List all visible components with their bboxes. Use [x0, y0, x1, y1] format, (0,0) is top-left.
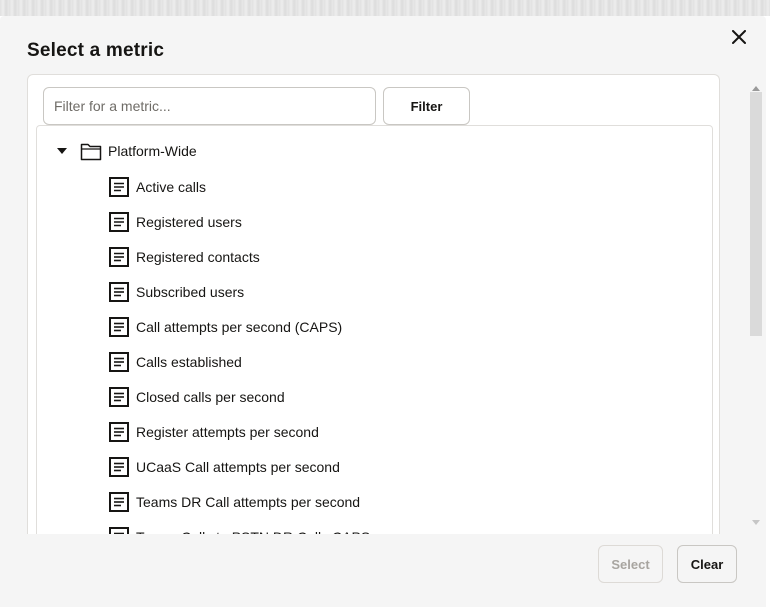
document-icon [109, 177, 129, 197]
scroll-up-icon[interactable] [752, 86, 760, 91]
scrollbar-thumb[interactable] [750, 92, 762, 336]
document-icon [109, 317, 129, 337]
tree-root-label: Platform-Wide [108, 143, 197, 159]
document-icon [109, 492, 129, 512]
close-icon [732, 30, 746, 44]
caret-down-icon[interactable] [57, 148, 67, 154]
tree-node-platform-wide[interactable]: Platform-Wide [37, 134, 712, 169]
tree-item[interactable]: Closed calls per second [37, 379, 712, 414]
tree-item-label: Registered contacts [136, 249, 260, 265]
clear-button[interactable]: Clear [677, 545, 737, 583]
tree-item-label: Teams DR Call attempts per second [136, 494, 361, 510]
document-icon [109, 527, 129, 534]
filter-button[interactable]: Filter [383, 87, 470, 125]
metric-tree: Platform-Wide Active calls Registered use… [36, 125, 713, 534]
document-icon [109, 282, 129, 302]
document-icon [109, 247, 129, 267]
select-metric-dialog: Select a metric Filter Platform-Wide Act… [0, 16, 766, 607]
tree-item[interactable]: Registered users [37, 204, 712, 239]
scroll-down-icon[interactable] [752, 520, 760, 525]
document-icon [109, 352, 129, 372]
tree-item[interactable]: Teams DR Call attempts per second [37, 484, 712, 519]
tree-item[interactable]: Call attempts per second (CAPS) [37, 309, 712, 344]
document-icon [109, 212, 129, 232]
tree-item-label: Active calls [136, 179, 207, 195]
tree-item[interactable]: Calls established [37, 344, 712, 379]
tree-item[interactable]: Active calls [37, 169, 712, 204]
tree-item[interactable]: Teams Calls to PSTN DR Calls CAPS [37, 519, 712, 534]
metric-picker-panel: Filter Platform-Wide Active calls Registe… [27, 74, 720, 534]
document-icon [109, 422, 129, 442]
close-button[interactable] [728, 26, 750, 48]
tree-item-label: Register attempts per second [136, 424, 319, 440]
tree-item-label: Registered users [136, 214, 242, 230]
tree-item[interactable]: Subscribed users [37, 274, 712, 309]
tree-item[interactable]: Register attempts per second [37, 414, 712, 449]
select-button[interactable]: Select [598, 545, 663, 583]
tree-item-label: Calls established [136, 354, 242, 370]
filter-input[interactable] [43, 87, 376, 125]
tree-item[interactable]: UCaaS Call attempts per second [37, 449, 712, 484]
scrollbar[interactable] [748, 86, 764, 538]
document-icon [109, 387, 129, 407]
document-icon [109, 457, 129, 477]
tree-item-label: Closed calls per second [136, 389, 285, 405]
tree-item-label: Call attempts per second (CAPS) [136, 319, 343, 335]
folder-icon [80, 143, 102, 161]
page-background [0, 0, 770, 16]
dialog-title: Select a metric [27, 40, 165, 61]
tree-item[interactable]: Registered contacts [37, 239, 712, 274]
tree-item-label: Teams Calls to PSTN DR Calls CAPS [136, 529, 370, 534]
tree-item-label: Subscribed users [136, 284, 245, 300]
tree-item-label: UCaaS Call attempts per second [136, 459, 340, 475]
